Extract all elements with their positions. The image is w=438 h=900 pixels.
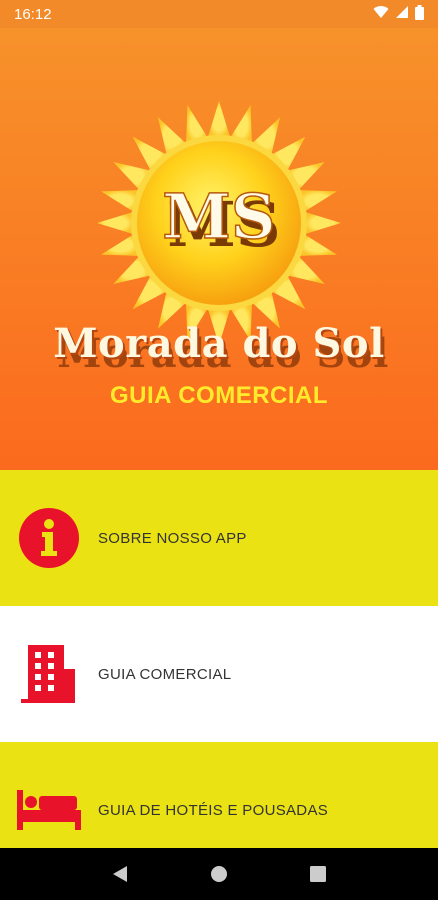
status-bar: 16:12 bbox=[0, 0, 438, 28]
wifi-icon bbox=[373, 5, 389, 23]
menu-item-about[interactable]: SOBRE NOSSO APP bbox=[0, 470, 438, 606]
status-icons bbox=[373, 4, 424, 24]
battery-icon bbox=[415, 4, 424, 24]
brand-name: Morada do Sol bbox=[53, 320, 385, 367]
sun-ray bbox=[97, 211, 134, 235]
menu-item-hotels-guide[interactable]: GUIA DE HOTÉIS E POUSADAS bbox=[0, 742, 438, 848]
recents-icon[interactable] bbox=[298, 854, 338, 894]
menu-item-label: SOBRE NOSSO APP bbox=[98, 529, 247, 547]
menu-item-label: GUIA COMERCIAL bbox=[98, 665, 232, 683]
sun-logo: MS MS bbox=[97, 101, 341, 345]
building-icon bbox=[0, 643, 98, 705]
menu-item-business-guide[interactable]: GUIA COMERCIAL bbox=[0, 606, 438, 742]
back-icon[interactable] bbox=[100, 854, 140, 894]
info-icon bbox=[0, 507, 98, 569]
sun-ray bbox=[304, 211, 341, 235]
sun-ray bbox=[207, 101, 231, 138]
logo-initials: MS bbox=[162, 180, 275, 253]
brand-subtitle: GUIA COMERCIAL bbox=[109, 382, 329, 409]
system-nav-bar bbox=[0, 848, 438, 900]
home-icon[interactable] bbox=[199, 854, 239, 894]
signal-icon bbox=[395, 5, 409, 23]
bed-icon bbox=[0, 760, 98, 830]
status-time: 16:12 bbox=[14, 5, 52, 23]
app-header: MS MS Morada do Sol GUIA COMERCIAL bbox=[0, 28, 438, 470]
menu-item-label: GUIA DE HOTÉIS E POUSADAS bbox=[98, 801, 329, 819]
